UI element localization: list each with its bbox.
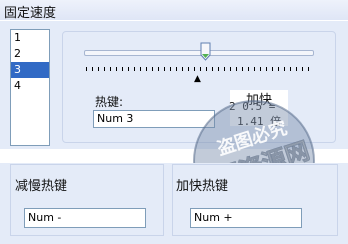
speed-listbox[interactable]: 1 2 3 4 [10, 29, 50, 146]
title-bar: 固定速度 [0, 0, 348, 21]
list-item[interactable]: 4 [11, 78, 49, 94]
speed-slider-track[interactable] [84, 50, 314, 56]
list-item[interactable]: 2 [11, 46, 49, 62]
speed-up-label: 加快热键 [176, 179, 229, 194]
hotkey-input[interactable]: Num 3 [93, 110, 215, 128]
hotkey-label: 热键: [95, 95, 124, 109]
speed-up-hotkey-input[interactable]: Num + [190, 208, 302, 228]
triangle-pointer-icon: ▲ [194, 74, 201, 84]
slow-down-hotkey-input[interactable]: Num - [24, 208, 146, 228]
slider-ticks [86, 67, 312, 71]
list-item-selected[interactable]: 3 [11, 62, 49, 78]
window-title: 固定速度 [4, 6, 57, 21]
accel-formula-line2: 1.41 倍 [237, 115, 282, 128]
slow-down-label: 减慢热键 [15, 179, 68, 194]
list-item[interactable]: 1 [11, 30, 49, 46]
accel-formula-line1: 2 0.5 = [229, 100, 276, 113]
slider-thumb[interactable] [200, 42, 211, 61]
